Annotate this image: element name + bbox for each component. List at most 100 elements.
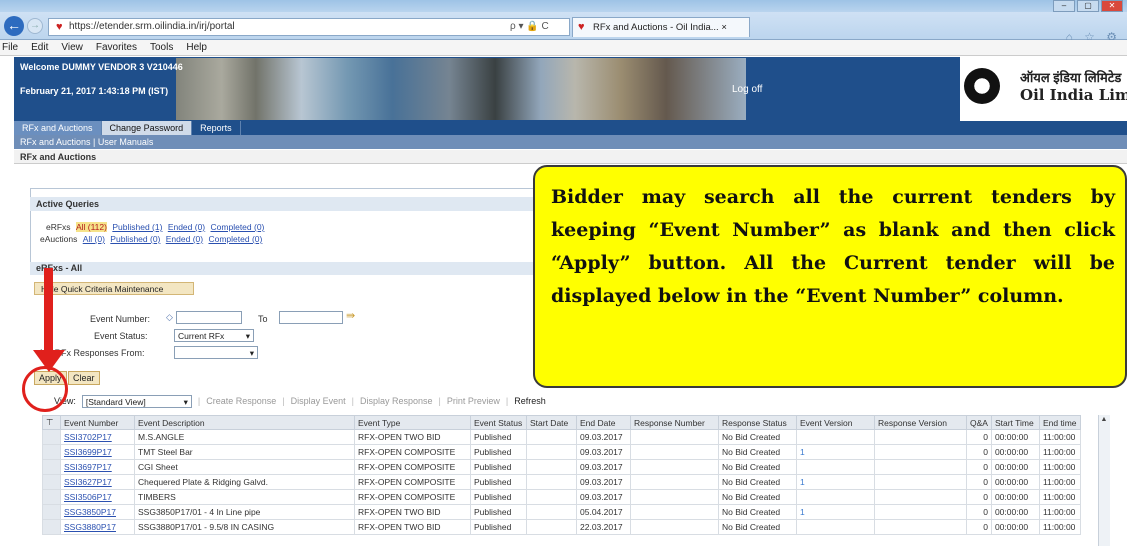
column-header[interactable]: Response Status bbox=[718, 415, 797, 430]
scroll-up-icon[interactable]: ▲ bbox=[1099, 416, 1109, 426]
tab-close-icon[interactable]: × bbox=[721, 22, 727, 33]
column-header[interactable]: Q&A bbox=[966, 415, 992, 430]
table-scrollbar[interactable] bbox=[1098, 415, 1110, 546]
tab-reports[interactable]: Reports bbox=[192, 121, 241, 135]
event-status-select[interactable]: Current RFx ▾ bbox=[174, 329, 254, 342]
back-icon[interactable]: ← bbox=[4, 16, 24, 36]
table-cell[interactable]: SSI3702P17 bbox=[60, 429, 135, 445]
address-bar[interactable]: https://etender.srm.oilindia.in/irj/port… bbox=[48, 18, 570, 36]
display-response-button[interactable]: Display Response bbox=[360, 396, 433, 406]
menu-help[interactable]: Help bbox=[186, 42, 207, 53]
event-number-to-input[interactable] bbox=[279, 311, 343, 324]
hide-criteria-button[interactable]: Hide Quick Criteria Maintenance bbox=[34, 282, 194, 295]
table-cell: 11:00:00 bbox=[1038, 429, 1081, 445]
table-cell bbox=[630, 489, 719, 505]
close-window-button[interactable]: ✕ bbox=[1101, 0, 1123, 12]
eauction-ended-link[interactable]: Ended (0) bbox=[166, 234, 203, 244]
event-number-link[interactable]: SSG3850P17 bbox=[64, 507, 116, 517]
value-help-icon[interactable]: ⇛ bbox=[346, 309, 355, 322]
table-cell: 05.04.2017 bbox=[576, 504, 631, 520]
column-header[interactable]: Event Type bbox=[354, 415, 471, 430]
eauction-published-link[interactable]: Published (0) bbox=[110, 234, 160, 244]
create-response-button[interactable]: Create Response bbox=[206, 396, 276, 406]
view-select[interactable]: [Standard View] ▾ bbox=[81, 394, 192, 408]
column-header[interactable]: Event Number bbox=[60, 415, 135, 430]
table-cell bbox=[796, 489, 875, 505]
erfx-published-link[interactable]: Published (1) bbox=[112, 222, 162, 232]
column-header[interactable]: Response Version bbox=[874, 415, 967, 430]
row-selector[interactable] bbox=[42, 459, 61, 475]
event-number-link[interactable]: SSG3880P17 bbox=[64, 522, 116, 532]
erfx-completed-link[interactable]: Completed (0) bbox=[211, 222, 265, 232]
table-row[interactable]: SSI3506P17 TIMBERS RFX-OPEN COMPOSITE Publi… bbox=[42, 489, 1081, 505]
erfx-all-link[interactable]: All (112) bbox=[75, 222, 107, 232]
table-cell[interactable]: SSI3506P17 bbox=[60, 489, 135, 505]
event-number-link[interactable]: SSI3697P17 bbox=[64, 462, 112, 472]
print-preview-button[interactable]: Print Preview bbox=[447, 396, 500, 406]
column-header[interactable]: Start Date bbox=[526, 415, 577, 430]
menu-favorites[interactable]: Favorites bbox=[96, 42, 137, 53]
table-row[interactable]: SSI3627P17 Chequered Plate & Ridging Galv… bbox=[42, 474, 1081, 490]
table-row[interactable]: SSI3699P17 TMT Steel Bar RFX-OPEN COMPOSIT… bbox=[42, 444, 1081, 460]
maximize-button[interactable]: ▢ bbox=[1077, 0, 1099, 12]
table-row[interactable]: SSG3880P17 SSG3880P17/01 - 9.5/8 IN CASIN… bbox=[42, 519, 1081, 535]
row-selector[interactable] bbox=[42, 519, 61, 535]
row-selector[interactable] bbox=[42, 444, 61, 460]
erfx-ended-link[interactable]: Ended (0) bbox=[168, 222, 205, 232]
table-cell[interactable]: SSG3880P17 bbox=[60, 519, 135, 535]
red-arrow-shaft bbox=[44, 268, 53, 358]
table-cell[interactable]: SSI3627P17 bbox=[60, 474, 135, 490]
table-row[interactable]: SSI3702P17 M.S.ANGLE RFX-OPEN TWO BID Publi… bbox=[42, 429, 1081, 445]
events-table: ⊤ Event Number Event Description Event T… bbox=[42, 415, 1081, 535]
oil-india-logo-icon bbox=[964, 68, 1000, 104]
event-number-link[interactable]: SSI3699P17 bbox=[64, 447, 112, 457]
responses-from-select[interactable]: ▾ bbox=[174, 346, 258, 359]
column-header[interactable]: Start Time bbox=[990, 415, 1040, 430]
menu-view[interactable]: View bbox=[61, 42, 83, 53]
select-all-icon[interactable]: ⊤ bbox=[42, 415, 61, 430]
address-icons[interactable]: ρ ▾ 🔒 C bbox=[510, 21, 549, 32]
table-cell: SSG3850P17/01 - 4 In Line pipe bbox=[134, 504, 355, 520]
table-cell[interactable]: SSI3697P17 bbox=[60, 459, 135, 475]
table-cell bbox=[630, 459, 719, 475]
tab-change-password[interactable]: Change Password bbox=[101, 121, 193, 135]
table-row[interactable]: SSG3850P17 SSG3850P17/01 - 4 In Line pipe… bbox=[42, 504, 1081, 520]
table-cell bbox=[874, 444, 967, 460]
table-cell: 09.03.2017 bbox=[576, 429, 631, 445]
eauction-all-link[interactable]: All (0) bbox=[83, 234, 105, 244]
table-cell: TIMBERS bbox=[134, 489, 355, 505]
browser-tab[interactable]: RFx and Auctions - Oil India... × bbox=[572, 17, 750, 37]
row-selector[interactable] bbox=[42, 489, 61, 505]
eauction-completed-link[interactable]: Completed (0) bbox=[208, 234, 262, 244]
welcome-text: Welcome DUMMY VENDOR 3 V210446 bbox=[20, 62, 183, 72]
column-header[interactable]: Response Number bbox=[630, 415, 719, 430]
minimize-button[interactable]: – bbox=[1053, 0, 1075, 12]
menu-file[interactable]: File bbox=[2, 42, 18, 53]
event-number-link[interactable]: SSI3506P17 bbox=[64, 492, 112, 502]
menu-tools[interactable]: Tools bbox=[150, 42, 173, 53]
column-header[interactable]: Event Description bbox=[134, 415, 355, 430]
event-number-from-input[interactable] bbox=[176, 311, 242, 324]
logoff-link[interactable]: Log off bbox=[732, 84, 762, 95]
tab-rfx-auctions[interactable]: RFx and Auctions bbox=[14, 121, 102, 135]
column-header[interactable]: Event Status bbox=[470, 415, 527, 430]
display-event-button[interactable]: Display Event bbox=[291, 396, 346, 406]
event-number-link[interactable]: SSI3627P17 bbox=[64, 477, 112, 487]
clear-button[interactable]: Clear bbox=[68, 371, 100, 385]
column-header[interactable]: End Date bbox=[576, 415, 631, 430]
table-row[interactable]: SSI3697P17 CGI Sheet RFX-OPEN COMPOSITE Pub… bbox=[42, 459, 1081, 475]
menu-edit[interactable]: Edit bbox=[31, 42, 48, 53]
forward-icon[interactable]: → bbox=[27, 18, 43, 34]
column-header[interactable]: Event Version bbox=[796, 415, 875, 430]
table-cell: 00:00:00 bbox=[990, 459, 1040, 475]
row-selector[interactable] bbox=[42, 504, 61, 520]
sub-navigation[interactable]: RFx and Auctions | User Manuals bbox=[14, 135, 1127, 149]
row-selector[interactable] bbox=[42, 474, 61, 490]
table-cell[interactable]: SSI3699P17 bbox=[60, 444, 135, 460]
table-cell[interactable]: SSG3850P17 bbox=[60, 504, 135, 520]
refresh-button[interactable]: Refresh bbox=[514, 396, 546, 406]
event-number-link[interactable]: SSI3702P17 bbox=[64, 432, 112, 442]
row-selector[interactable] bbox=[42, 429, 61, 445]
column-header[interactable]: End time bbox=[1038, 415, 1081, 430]
table-cell: RFX-OPEN TWO BID bbox=[354, 519, 471, 535]
